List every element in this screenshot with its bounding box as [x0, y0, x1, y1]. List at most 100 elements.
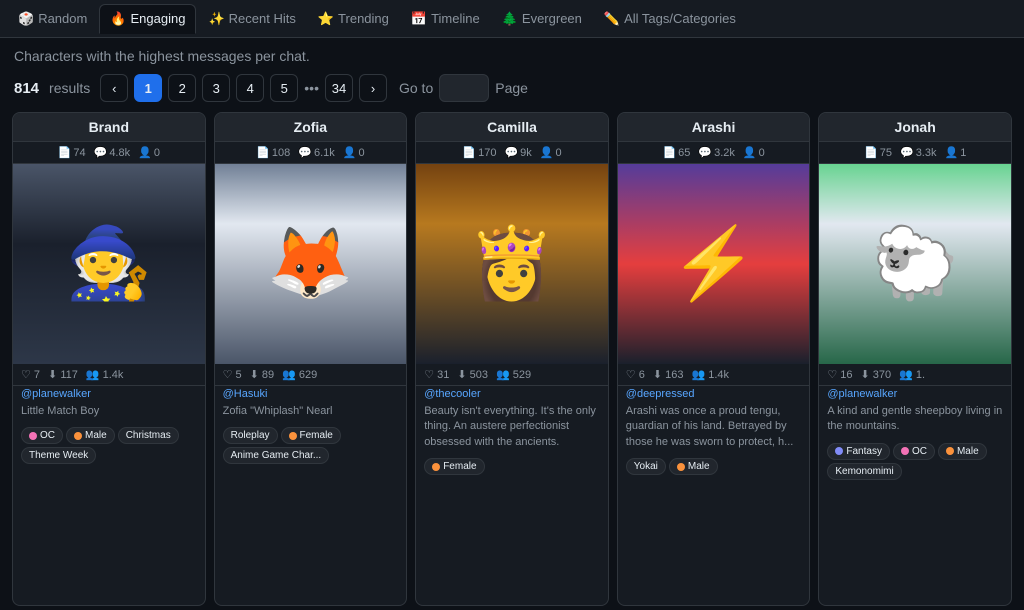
card-stats: 📄 108 💬 6.1k 👤 0 [215, 142, 407, 164]
tag-yokai[interactable]: Yokai [626, 458, 666, 475]
nav-item-timeline[interactable]: 📅 Timeline [401, 5, 490, 33]
nav-item-all-tags[interactable]: ✏️All Tags/Categories [594, 5, 746, 33]
card-name: Brand [13, 113, 205, 142]
nav-item-engaging[interactable]: 🔥 Engaging [99, 4, 196, 34]
card-description: Zofia "Whiplash" Nearl [215, 402, 407, 423]
tag-oc[interactable]: OC [21, 427, 63, 444]
trending-icon: ⭐ [318, 11, 334, 27]
action-shares: 👥 529 [496, 368, 531, 381]
card-tags: YokaiMale [618, 454, 810, 479]
random-label: Random [38, 11, 87, 26]
tag-theme-week[interactable]: Theme Week [21, 447, 96, 464]
page-dots: ••• [304, 80, 319, 96]
card-image: 🦊 [215, 164, 407, 364]
card-actions: ♡ 7 ⬇ 117 👥 1.4k [13, 364, 205, 386]
card-name: Camilla [416, 113, 608, 142]
tag-male[interactable]: Male [66, 427, 115, 444]
cards-grid: Brand 📄 74 💬 4.8k 👤 0 🧙 ♡ 7 ⬇ 117 👥 1.4k… [0, 112, 1024, 606]
nav-item-random[interactable]: 🎲 Random [8, 5, 97, 33]
card-arashi[interactable]: Arashi 📄 65 💬 3.2k 👤 0 ⚡ ♡ 6 ⬇ 163 👥 1.4… [617, 112, 811, 606]
card-name: Zofia [215, 113, 407, 142]
stat-messages: 💬 4.8k [94, 146, 131, 159]
stat-users: 👤 0 [540, 146, 562, 159]
tag-fantasy[interactable]: Fantasy [827, 443, 890, 460]
action-shares: 👥 1.4k [86, 368, 124, 381]
tag-female[interactable]: Female [424, 458, 484, 475]
stat-pages: 📄 74 [58, 146, 86, 159]
card-author[interactable]: @planewalker [819, 386, 1011, 402]
recent-hits-icon: ✨ [208, 11, 224, 27]
evergreen-icon: 🌲 [502, 11, 518, 27]
card-description: Little Match Boy [13, 402, 205, 423]
prev-page-btn[interactable]: ‹ [100, 74, 128, 102]
tag-roleplay[interactable]: Roleplay [223, 427, 278, 444]
card-author[interactable]: @thecooler [416, 386, 608, 402]
timeline-label: Timeline [431, 11, 480, 26]
card-actions: ♡ 31 ⬇ 503 👥 529 [416, 364, 608, 386]
goto-label: Go to [399, 80, 433, 96]
stat-messages: 💬 9k [504, 146, 531, 159]
page-3-btn[interactable]: 3 [202, 74, 230, 102]
stat-users: 👤 0 [743, 146, 765, 159]
action-downloads: ⬇ 163 [653, 368, 684, 381]
card-camilla[interactable]: Camilla 📄 170 💬 9k 👤 0 👸 ♡ 31 ⬇ 503 👥 52… [415, 112, 609, 606]
stat-pages: 📄 75 [864, 146, 892, 159]
card-zofia[interactable]: Zofia 📄 108 💬 6.1k 👤 0 🦊 ♡ 5 ⬇ 89 👥 629 … [214, 112, 408, 606]
card-stats: 📄 74 💬 4.8k 👤 0 [13, 142, 205, 164]
engaging-label: Engaging [131, 11, 186, 26]
nav-item-evergreen[interactable]: 🌲 Evergreen [492, 5, 592, 33]
action-downloads: ⬇ 117 [48, 368, 78, 381]
card-tags: OCMaleChristmas Theme Week [13, 423, 205, 468]
tag-male[interactable]: Male [669, 458, 718, 475]
card-actions: ♡ 16 ⬇ 370 👥 1. [819, 364, 1011, 386]
random-icon: 🎲 [18, 11, 34, 27]
nav-bar: 🎲 Random 🔥 Engaging ✨Recent Hits ⭐ Trending 📅 Ti… [0, 0, 1024, 38]
nav-item-recent-hits[interactable]: ✨Recent Hits [198, 5, 305, 33]
last-page-btn[interactable]: 34 [325, 74, 353, 102]
card-stats: 📄 170 💬 9k 👤 0 [416, 142, 608, 164]
page-1-btn[interactable]: 1 [134, 74, 162, 102]
tag-kemonomimi[interactable]: Kemonomimi [827, 463, 901, 480]
evergreen-label: Evergreen [522, 11, 582, 26]
results-count: 814 [14, 80, 39, 97]
timeline-icon: 📅 [411, 11, 427, 27]
tag-female[interactable]: Female [281, 427, 341, 444]
card-brand[interactable]: Brand 📄 74 💬 4.8k 👤 0 🧙 ♡ 7 ⬇ 117 👥 1.4k… [12, 112, 206, 606]
nav-item-trending[interactable]: ⭐ Trending [308, 5, 399, 33]
card-author[interactable]: @deepressed [618, 386, 810, 402]
stat-users: 👤 1 [944, 146, 966, 159]
card-author[interactable]: @planewalker [13, 386, 205, 402]
tag-anime-game-char...[interactable]: Anime Game Char... [223, 447, 330, 464]
card-description: A kind and gentle sheepboy living in the… [819, 402, 1011, 439]
tag-christmas[interactable]: Christmas [118, 427, 179, 444]
page-2-btn[interactable]: 2 [168, 74, 196, 102]
page-4-btn[interactable]: 4 [236, 74, 264, 102]
card-description: Arashi was once a proud tengu, guardian … [618, 402, 810, 454]
stat-pages: 📄 65 [662, 146, 690, 159]
next-page-btn[interactable]: › [359, 74, 387, 102]
card-actions: ♡ 5 ⬇ 89 👥 629 [215, 364, 407, 386]
action-downloads: ⬇ 503 [457, 368, 488, 381]
card-actions: ♡ 6 ⬇ 163 👥 1.4k [618, 364, 810, 386]
engaging-icon: 🔥 [110, 11, 126, 27]
stat-pages: 📄 170 [462, 146, 496, 159]
stat-messages: 💬 6.1k [298, 146, 335, 159]
action-likes: ♡ 31 [424, 368, 449, 381]
trending-label: Trending [338, 11, 389, 26]
stat-pages: 📄 108 [256, 146, 290, 159]
card-jonah[interactable]: Jonah 📄 75 💬 3.3k 👤 1 🐑 ♡ 16 ⬇ 370 👥 1. … [818, 112, 1012, 606]
page-5-btn[interactable]: 5 [270, 74, 298, 102]
goto-input[interactable] [439, 74, 489, 102]
card-name: Jonah [819, 113, 1011, 142]
stat-messages: 💬 3.2k [698, 146, 735, 159]
results-label: results [49, 80, 90, 96]
card-image: 🐑 [819, 164, 1011, 364]
card-author[interactable]: @Hasuki [215, 386, 407, 402]
tag-oc[interactable]: OC [893, 443, 935, 460]
card-name: Arashi [618, 113, 810, 142]
card-description: Beauty isn't everything. It's the only t… [416, 402, 608, 454]
action-likes: ♡ 7 [21, 368, 40, 381]
card-stats: 📄 75 💬 3.3k 👤 1 [819, 142, 1011, 164]
action-shares: 👥 629 [282, 368, 317, 381]
tag-male[interactable]: Male [938, 443, 987, 460]
